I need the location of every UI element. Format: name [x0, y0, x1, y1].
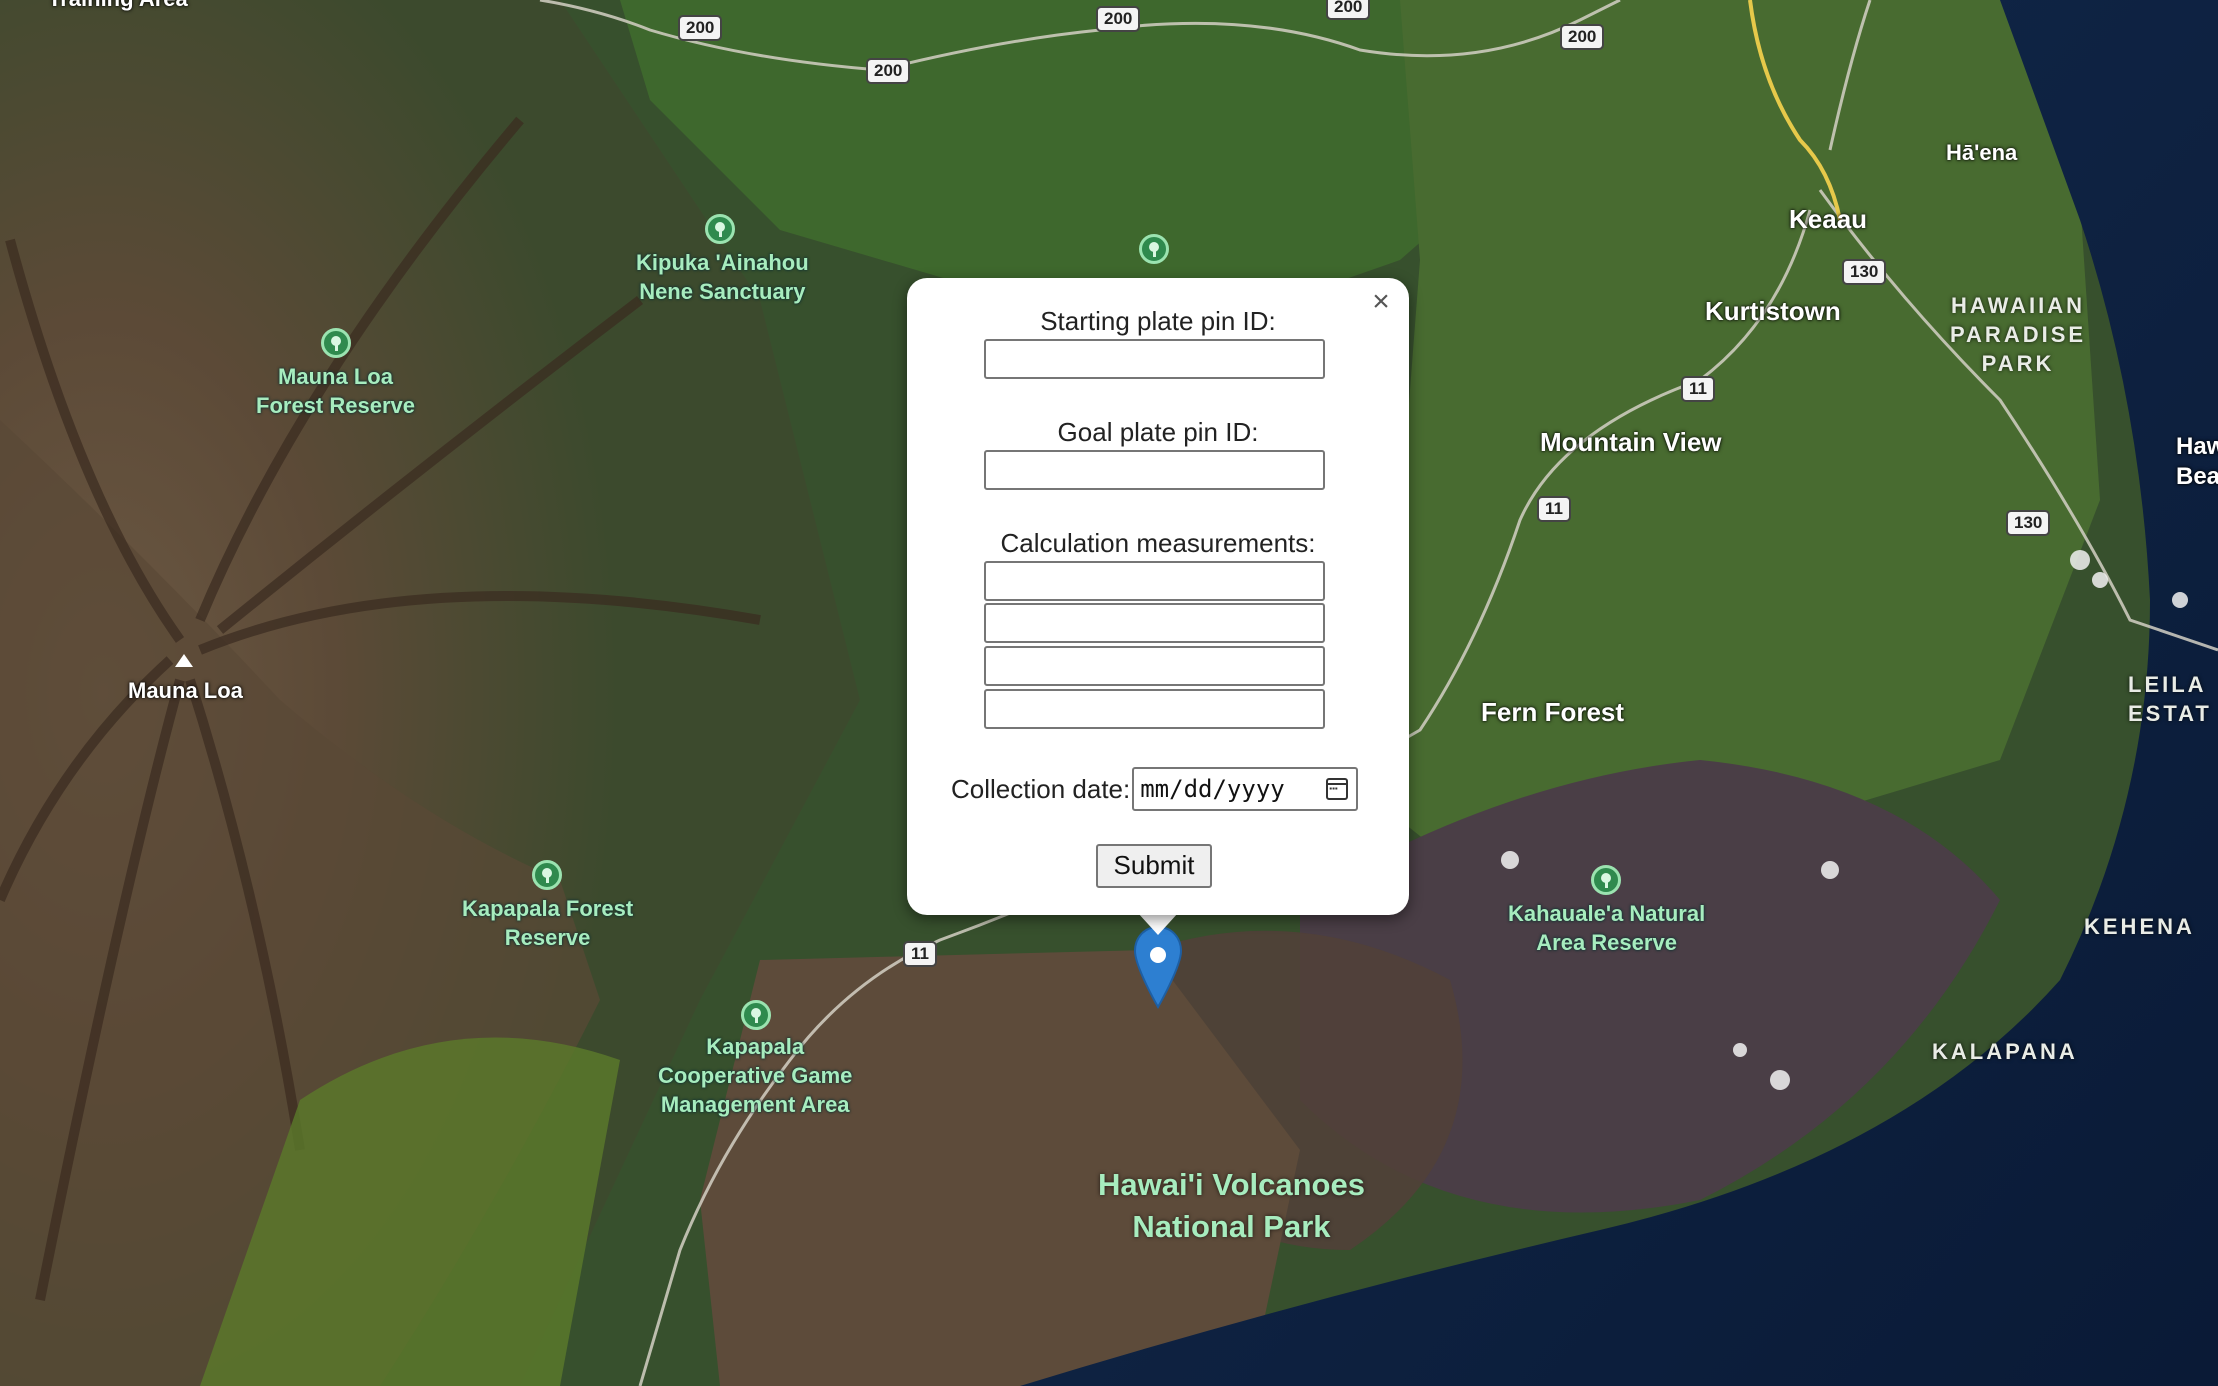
- place-label-haena: Hā'ena: [1946, 140, 2018, 165]
- route-200-shield: 200: [1096, 6, 1141, 32]
- popup-tip: [1138, 913, 1178, 935]
- poi-label-kapapala-coop: Kapapala Cooperative Game Management Are…: [658, 1034, 853, 1117]
- route-130-shield: 130: [2006, 510, 2051, 536]
- calculation-input-1[interactable]: [984, 561, 1325, 601]
- region-label-kehena: KEHENA: [2084, 914, 2195, 939]
- starting-pin-label: Starting plate pin ID:: [1040, 306, 1276, 336]
- tree-icon[interactable]: [741, 1000, 771, 1030]
- place-label-kurtistown: Kurtistown: [1705, 296, 1841, 326]
- place-label-mauna-loa: Mauna Loa: [128, 678, 243, 703]
- route-200-shield: 200: [1326, 0, 1371, 20]
- route-11-shield: 11: [1537, 496, 1571, 522]
- poi-label-kahauale: Kahauale'a Natural Area Reserve: [1508, 901, 1706, 955]
- tree-icon[interactable]: [1591, 865, 1621, 895]
- place-label-training-area: Training Area: [48, 0, 188, 14]
- tree-icon[interactable]: [532, 860, 562, 890]
- tree-icon[interactable]: [1139, 234, 1169, 264]
- date-placeholder: mm/dd/yyyy: [1140, 775, 1285, 803]
- calculation-input-3[interactable]: [984, 646, 1325, 686]
- calculation-input-2[interactable]: [984, 603, 1325, 643]
- collection-date-input[interactable]: mm/dd/yyyy: [1132, 767, 1359, 811]
- poi-label-kipuka: Kipuka 'Ainahou Nene Sanctuary: [636, 250, 809, 304]
- route-200-shield: 200: [866, 58, 911, 84]
- region-label-kalapana: KALAPANA: [1932, 1039, 2078, 1064]
- place-label-keaau: Keaau: [1789, 204, 1868, 234]
- place-label-hawaiian-beaches: Hawa Beac: [2176, 433, 2218, 490]
- park-label-hawaii-volcanoes: Hawai'i Volcanoes National Park: [1098, 1167, 1365, 1244]
- place-label-mountain-view: Mountain View: [1540, 427, 1722, 457]
- submit-button[interactable]: Submit: [1096, 844, 1212, 888]
- measurement-popup: × Starting plate pin ID: Goal plate pin …: [907, 278, 1409, 915]
- tree-icon[interactable]: [705, 214, 735, 244]
- goal-pin-label: Goal plate pin ID:: [1057, 417, 1259, 447]
- route-200-shield: 200: [1560, 24, 1605, 50]
- region-label-leilani: LEILA ESTAT: [2128, 672, 2212, 726]
- collection-date-row: Collection date: mm/dd/yyyy: [951, 767, 1359, 811]
- map-pin-marker[interactable]: [1133, 925, 1183, 1009]
- place-label-fern-forest: Fern Forest: [1481, 697, 1625, 727]
- goal-pin-input[interactable]: [984, 450, 1325, 490]
- calculation-label: Calculation measurements:: [1000, 528, 1316, 558]
- collection-date-label: Collection date:: [951, 773, 1131, 804]
- starting-pin-input[interactable]: [984, 339, 1325, 379]
- poi-label-kapapala-forest: Kapapala Forest Reserve: [462, 896, 634, 950]
- route-11-shield: 11: [1681, 376, 1715, 402]
- region-label-hawaiian-paradise-park: HAWAIIAN PARADISE PARK: [1950, 293, 2087, 376]
- calendar-icon[interactable]: [1326, 778, 1349, 800]
- route-130-shield: 130: [1842, 259, 1887, 285]
- summit-icon: [175, 654, 193, 667]
- calculation-input-4[interactable]: [984, 689, 1325, 729]
- route-200-shield: 200: [678, 15, 723, 41]
- tree-icon[interactable]: [321, 328, 351, 358]
- poi-label-mauna-loa-forest: Mauna Loa Forest Reserve: [256, 364, 415, 418]
- route-11-shield: 11: [903, 941, 937, 967]
